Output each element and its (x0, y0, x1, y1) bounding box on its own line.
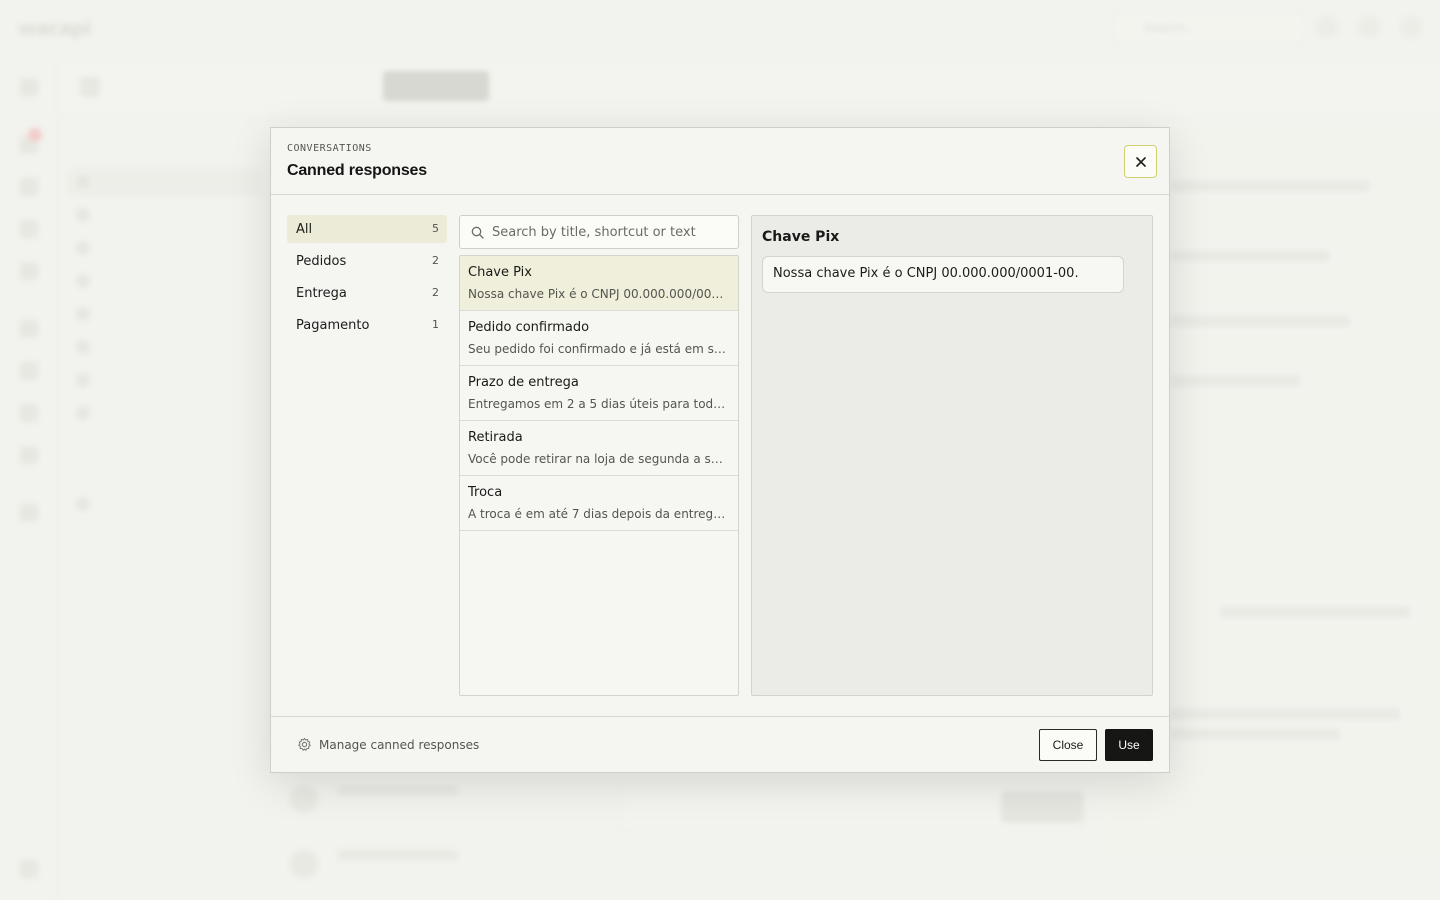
preview-body: Nossa chave Pix é o CNPJ 00.000.000/0001… (762, 256, 1124, 293)
search-icon (471, 226, 484, 239)
category-pedidos[interactable]: Pedidos 2 (287, 247, 447, 275)
modal-header: CONVERSATIONS Canned responses (271, 128, 1169, 195)
response-item-troca[interactable]: Troca A troca é em até 7 dias depois da … (460, 476, 738, 531)
modal-footer: Manage canned responses Close Use (271, 716, 1169, 772)
response-item-prazo-de-entrega[interactable]: Prazo de entrega Entregamos em 2 a 5 dia… (460, 366, 738, 421)
close-button[interactable]: Close (1039, 729, 1097, 761)
response-preview-pane: Chave Pix Nossa chave Pix é o CNPJ 00.00… (751, 215, 1153, 696)
response-title: Prazo de entrega (468, 375, 579, 390)
response-preview: Seu pedido foi confirmado e já está em s… (468, 342, 730, 356)
category-count: 2 (432, 286, 439, 299)
search-input[interactable] (492, 222, 730, 242)
category-label: Entrega (296, 286, 347, 301)
response-list: Chave Pix Nossa chave Pix é o CNPJ 00.00… (459, 255, 739, 696)
response-title: Chave Pix (468, 265, 532, 280)
response-item-retirada[interactable]: Retirada Você pode retirar na loja de se… (460, 421, 738, 476)
category-pagamento[interactable]: Pagamento 1 (287, 311, 447, 339)
preview-title: Chave Pix (762, 229, 840, 245)
category-count: 5 (432, 222, 439, 235)
response-preview: Você pode retirar na loja de segunda a s… (468, 452, 730, 466)
modal-eyebrow: CONVERSATIONS (287, 143, 372, 154)
category-label: All (296, 222, 313, 237)
response-item-chave-pix[interactable]: Chave Pix Nossa chave Pix é o CNPJ 00.00… (460, 256, 738, 311)
category-all[interactable]: All 5 (287, 215, 447, 243)
category-label: Pagamento (296, 318, 370, 333)
manage-label: Manage canned responses (319, 738, 480, 752)
gear-icon (298, 737, 311, 751)
search-field[interactable] (459, 215, 739, 249)
response-title: Troca (468, 485, 503, 500)
response-title: Retirada (468, 430, 523, 445)
category-entrega[interactable]: Entrega 2 (287, 279, 447, 307)
response-preview: A troca é em até 7 dias depois da entreg… (468, 507, 730, 521)
response-item-pedido-confirmado[interactable]: Pedido confirmado Seu pedido foi confirm… (460, 311, 738, 366)
category-count: 1 (432, 318, 439, 331)
category-count: 2 (432, 254, 439, 267)
close-modal-button[interactable] (1124, 145, 1157, 178)
modal-title: Canned responses (287, 162, 427, 179)
response-preview: Entregamos em 2 a 5 dias úteis para todo… (468, 397, 730, 411)
response-title: Pedido confirmado (468, 320, 590, 335)
use-button[interactable]: Use (1105, 729, 1153, 761)
close-icon (1136, 157, 1146, 167)
response-preview: Nossa chave Pix é o CNPJ 00.000.000/0001… (468, 287, 730, 301)
canned-responses-modal: CONVERSATIONS Canned responses All 5 Ped… (270, 127, 1170, 773)
category-list: All 5 Pedidos 2 Entrega 2 Pagamento 1 (287, 215, 447, 343)
category-label: Pedidos (296, 254, 347, 269)
